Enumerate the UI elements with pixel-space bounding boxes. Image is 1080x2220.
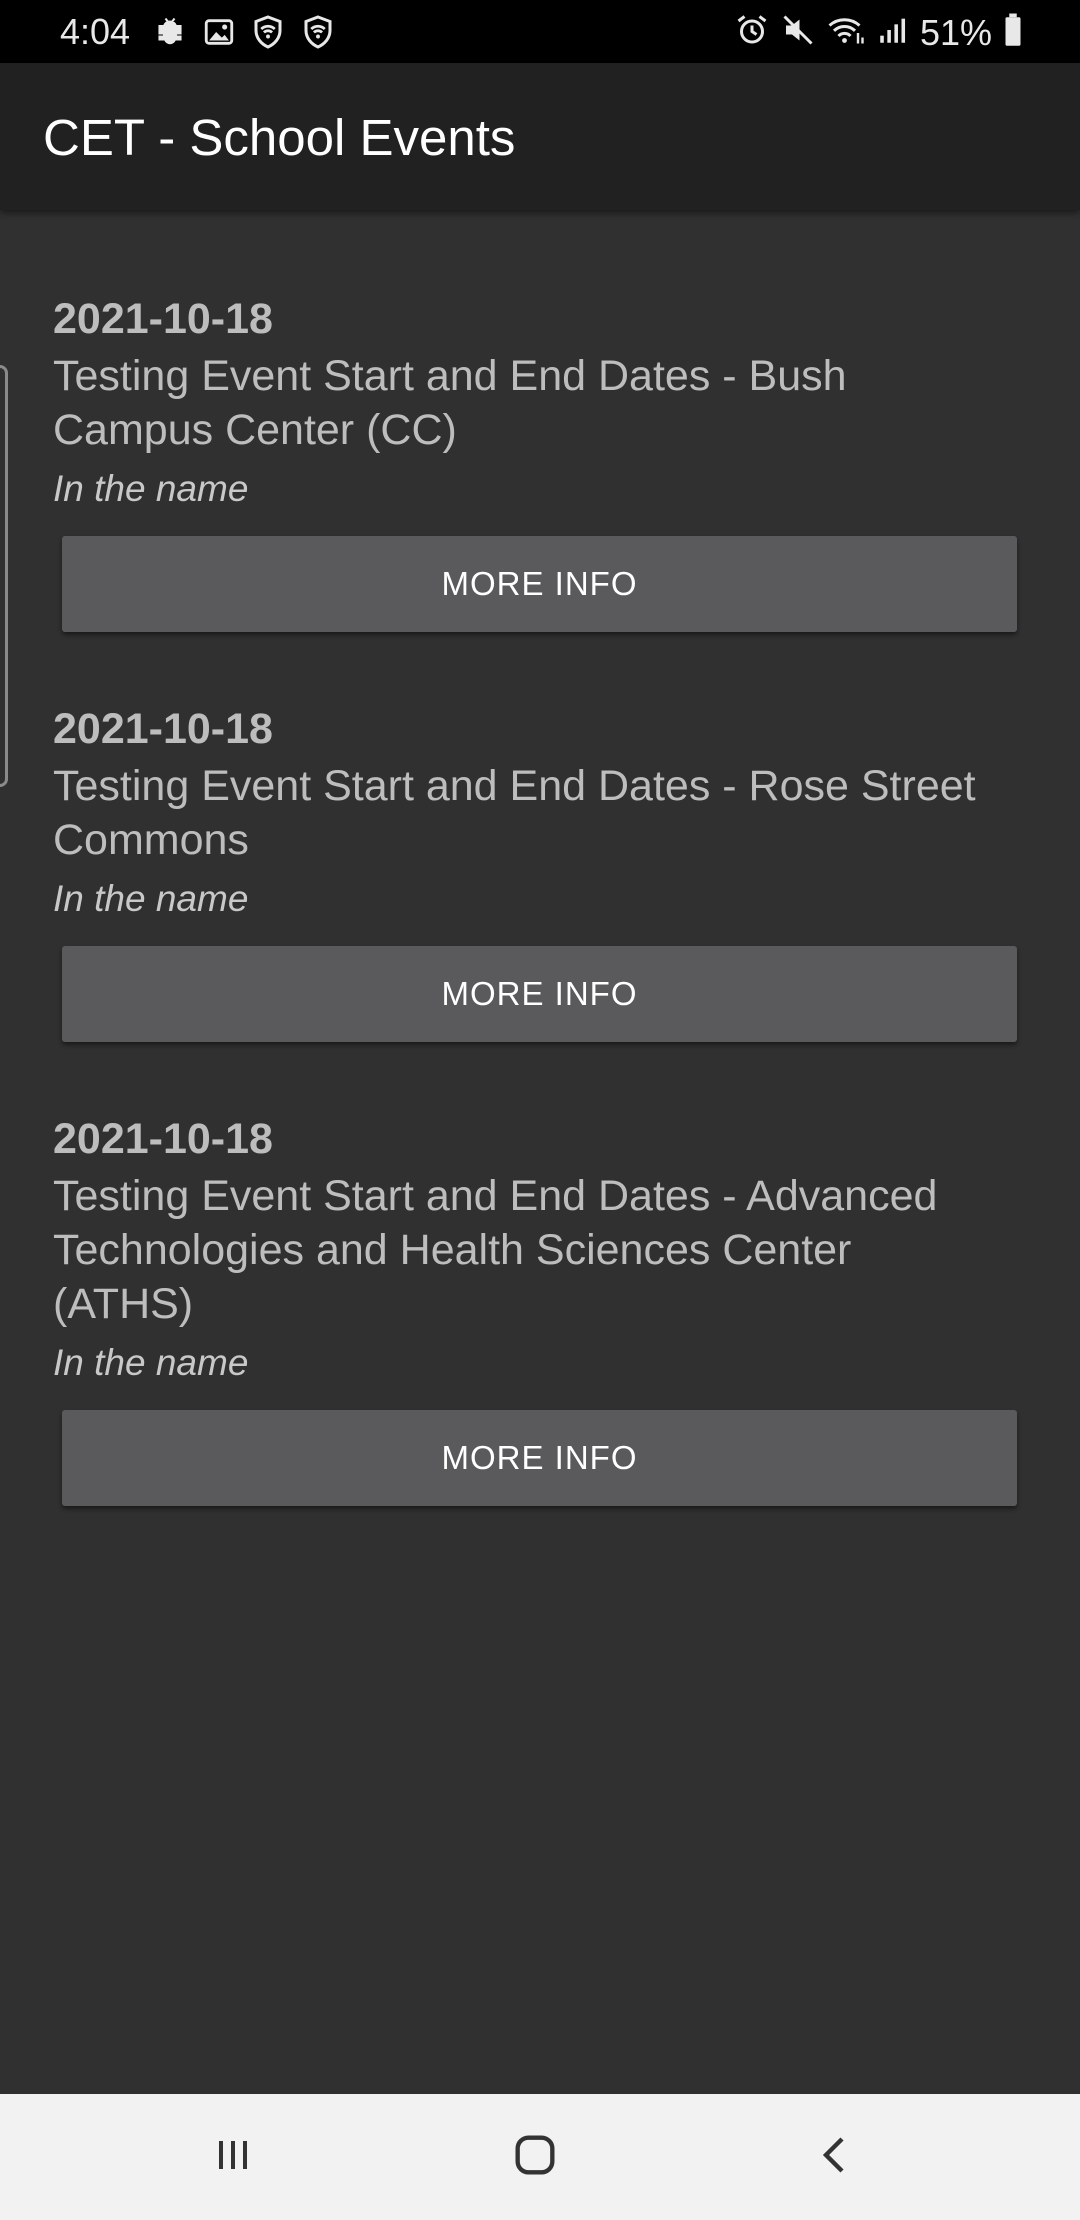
- signal-icon: [876, 13, 910, 52]
- event-description: In the name: [53, 878, 249, 919]
- back-button[interactable]: [803, 2124, 869, 2190]
- event-description: In the name: [53, 468, 249, 509]
- status-notification-icons: [152, 14, 336, 55]
- event-date: 2021-10-18: [53, 295, 273, 343]
- event-title-line: Commons: [53, 816, 249, 864]
- battery-icon: [1002, 12, 1024, 53]
- event-item: 2021-10-18 Testing Event Start and End D…: [53, 703, 1033, 921]
- image-icon: [202, 15, 236, 54]
- event-date: 2021-10-18: [53, 1115, 273, 1163]
- home-icon: [509, 2129, 561, 2186]
- navigation-bar: [0, 2094, 1080, 2220]
- edge-panel-handle[interactable]: [0, 365, 8, 787]
- app-bar: CET - School Events: [0, 63, 1080, 210]
- event-title-line: Technologies and Health Sciences Center: [53, 1226, 852, 1274]
- status-bar: 4:04 51%: [0, 0, 1080, 63]
- status-system-icons: 51%: [734, 12, 1024, 53]
- shield-wifi-icon: [250, 14, 286, 55]
- event-title-line: Testing Event Start and End Dates - Adva…: [53, 1172, 938, 1220]
- wifi-icon: [826, 12, 866, 53]
- status-time: 4:04: [60, 11, 131, 52]
- event-title-line: Campus Center (CC): [53, 406, 457, 454]
- more-info-button[interactable]: MORE INFO: [62, 1410, 1017, 1506]
- event-title-line: Testing Event Start and End Dates - Rose…: [53, 762, 976, 810]
- more-info-button[interactable]: MORE INFO: [62, 946, 1017, 1042]
- more-info-button[interactable]: MORE INFO: [62, 536, 1017, 632]
- event-item: 2021-10-18 Testing Event Start and End D…: [53, 293, 1033, 511]
- event-description: In the name: [53, 1342, 249, 1383]
- battery-percentage: 51%: [919, 11, 992, 53]
- home-button[interactable]: [502, 2124, 568, 2190]
- event-title-line: (ATHS): [53, 1280, 194, 1328]
- event-date: 2021-10-18: [53, 705, 273, 753]
- page-title: CET - School Events: [43, 109, 516, 166]
- event-title: Testing Event Start and End Dates - Adva…: [53, 1169, 1033, 1331]
- alarm-icon: [734, 12, 770, 53]
- event-item: 2021-10-18 Testing Event Start and End D…: [53, 1113, 1033, 1385]
- recents-icon: [209, 2131, 257, 2184]
- event-title: Testing Event Start and End Dates - Rose…: [53, 759, 1033, 867]
- back-icon: [812, 2131, 860, 2184]
- event-title: Testing Event Start and End Dates - Bush…: [53, 349, 1033, 457]
- recents-button[interactable]: [200, 2124, 266, 2190]
- mute-icon: [780, 12, 816, 53]
- event-title-line: Testing Event Start and End Dates - Bush: [53, 352, 847, 400]
- shield-wifi-icon: [300, 14, 336, 55]
- bug-icon: [152, 14, 188, 55]
